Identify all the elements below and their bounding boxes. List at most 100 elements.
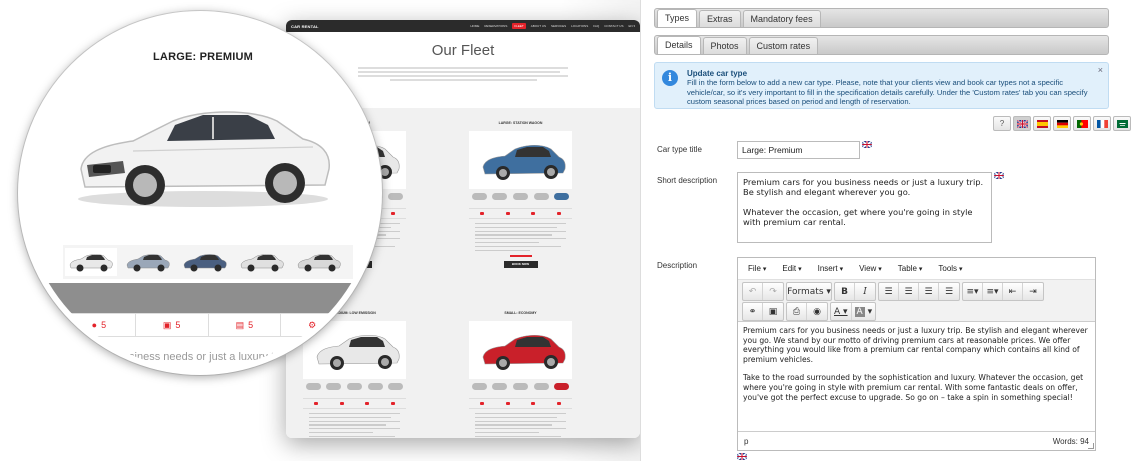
editor-menu-file[interactable]: File xyxy=(748,264,766,273)
preview-icon[interactable]: ◉ xyxy=(807,303,827,320)
tab-custom-rates[interactable]: Custom rates xyxy=(748,37,819,54)
card-stats xyxy=(469,398,572,409)
magnified-card-title: LARGE: PREMIUM xyxy=(153,51,253,63)
car-thumbnail[interactable] xyxy=(179,248,231,276)
editor-menubar: File Edit Insert View Table Tools xyxy=(738,258,1095,280)
close-icon[interactable]: × xyxy=(1098,65,1103,75)
magnified-thumbnail-strip xyxy=(63,245,353,279)
site-menu-item[interactable]: CONTACT US xyxy=(604,24,623,28)
stat-luggage: ▣ 5 xyxy=(136,314,209,336)
book-now-button[interactable]: BOOK NOW xyxy=(503,260,538,268)
undo-icon[interactable]: ↶ xyxy=(743,283,763,300)
site-menu-item[interactable]: FAQ xyxy=(593,24,599,28)
element-path[interactable]: p xyxy=(744,437,748,446)
site-menu-item[interactable]: EN ▾ xyxy=(628,24,635,28)
magnified-grey-band xyxy=(24,283,376,313)
resize-handle[interactable] xyxy=(1088,443,1094,449)
site-menu-item[interactable]: SERVICES xyxy=(551,24,566,28)
print-icon[interactable]: ⎙ xyxy=(787,303,807,320)
text-color-icon[interactable]: A ▾ xyxy=(831,303,852,320)
card-stats xyxy=(469,208,572,219)
flag-uk-button[interactable] xyxy=(1013,116,1031,131)
tab-details[interactable]: Details xyxy=(657,36,701,54)
admin-panel: Types Extras Mandatory fees Details Photos C… xyxy=(640,0,1140,461)
help-button[interactable]: ? xyxy=(993,116,1011,131)
car-image xyxy=(469,131,572,189)
info-notice: i Update car type Fill in the form below… xyxy=(654,62,1109,109)
car-thumbnail[interactable] xyxy=(236,248,288,276)
language-switcher: ? xyxy=(993,116,1131,131)
magnified-car-photo xyxy=(63,81,338,217)
numbered-list-icon[interactable]: ≡▾ xyxy=(983,283,1003,300)
link-icon[interactable]: ⚭ xyxy=(743,303,763,320)
align-left-icon[interactable]: ☰ xyxy=(879,283,899,300)
description-label: Description xyxy=(657,261,698,270)
word-count: Words: 94 xyxy=(1052,436,1089,446)
bold-icon[interactable]: B xyxy=(835,283,855,300)
car-thumbnail[interactable] xyxy=(122,248,174,276)
site-menu-item[interactable]: FLEET xyxy=(512,23,526,29)
flag-es-button[interactable] xyxy=(1033,116,1051,131)
car-type-title-label: Car type title xyxy=(657,145,702,154)
formats-dropdown[interactable]: Formats ▾ xyxy=(787,283,831,300)
card-description xyxy=(475,223,566,251)
outdent-icon[interactable]: ⇤ xyxy=(1003,283,1023,300)
card-description xyxy=(475,413,566,438)
flag-pt-button[interactable] xyxy=(1073,116,1091,131)
sub-tabbar: Details Photos Custom rates xyxy=(654,35,1109,55)
car-thumbnail[interactable] xyxy=(293,248,345,276)
site-menu-item[interactable]: ABOUT US xyxy=(531,24,546,28)
site-hero-text xyxy=(358,67,568,81)
site-menu-item[interactable]: RESERVATIONS xyxy=(484,24,507,28)
editor-menu-tools[interactable]: Tools xyxy=(938,264,962,273)
card-stats xyxy=(303,398,406,409)
card-description xyxy=(309,413,400,438)
spain-flag-icon xyxy=(1036,119,1048,128)
thumbnail-row xyxy=(469,383,572,390)
editor-menu-edit[interactable]: Edit xyxy=(782,264,801,273)
car-thumbnail[interactable] xyxy=(65,248,117,276)
notice-title: Update car type xyxy=(687,69,748,78)
uk-flag-icon xyxy=(737,453,747,460)
short-description-textarea[interactable]: Premium cars for you business needs or j… xyxy=(737,172,992,243)
france-flag-icon xyxy=(1096,119,1108,128)
fleet-card[interactable]: LARGE: STATION WAGON BOOK NOW xyxy=(469,116,572,286)
site-menu-item[interactable]: HOME xyxy=(470,24,479,28)
thumbnail-row xyxy=(469,193,572,200)
tab-photos[interactable]: Photos xyxy=(702,37,747,54)
saudi-flag-icon xyxy=(1116,119,1128,128)
editor-content[interactable]: Premium cars for you business needs or j… xyxy=(738,322,1095,430)
fleet-card[interactable]: SMALL: ECONOMY xyxy=(469,306,572,438)
editor-menu-insert[interactable]: Insert xyxy=(818,264,843,273)
align-justify-icon[interactable]: ☰ xyxy=(939,283,959,300)
site-menu-item[interactable]: LOCATIONS xyxy=(571,24,588,28)
flag-fr-button[interactable] xyxy=(1093,116,1111,131)
thumbnail-row xyxy=(303,383,406,390)
main-tabbar: Types Extras Mandatory fees xyxy=(654,8,1109,28)
background-color-icon[interactable]: A ▾ xyxy=(852,303,876,320)
flag-sa-button[interactable] xyxy=(1113,116,1131,131)
magnified-stats-row: ● 5 ▣ 5 ▤ 5 ⚙ A xyxy=(63,313,353,337)
stat-doors: ▤ 5 xyxy=(209,314,282,336)
indent-icon[interactable]: ⇥ xyxy=(1023,283,1043,300)
tab-types[interactable]: Types xyxy=(657,9,698,27)
redo-icon[interactable]: ↷ xyxy=(763,283,783,300)
car-image xyxy=(469,321,572,379)
editor-menu-view[interactable]: View xyxy=(859,264,882,273)
tab-mandatory-fees[interactable]: Mandatory fees xyxy=(742,10,821,27)
germany-flag-icon xyxy=(1056,119,1068,128)
person-icon: ● xyxy=(91,320,98,330)
align-center-icon[interactable]: ☰ xyxy=(899,283,919,300)
align-right-icon[interactable]: ☰ xyxy=(919,283,939,300)
gear-icon: ⚙ xyxy=(308,319,317,330)
editor-statusbar: p Words: 94 xyxy=(738,431,1095,450)
flag-de-button[interactable] xyxy=(1053,116,1071,131)
italic-icon[interactable]: I xyxy=(855,283,875,300)
editor-menu-table[interactable]: Table xyxy=(898,264,923,273)
bullet-list-icon[interactable]: ≡▾ xyxy=(963,283,983,300)
car-type-title-input[interactable]: Large: Premium xyxy=(737,141,860,159)
tab-extras[interactable]: Extras xyxy=(699,10,741,27)
image-icon[interactable]: ▣ xyxy=(763,303,783,320)
info-icon: i xyxy=(662,70,678,86)
site-menu: HOME RESERVATIONS FLEET ABOUT US SERVICES LOC… xyxy=(470,23,635,29)
